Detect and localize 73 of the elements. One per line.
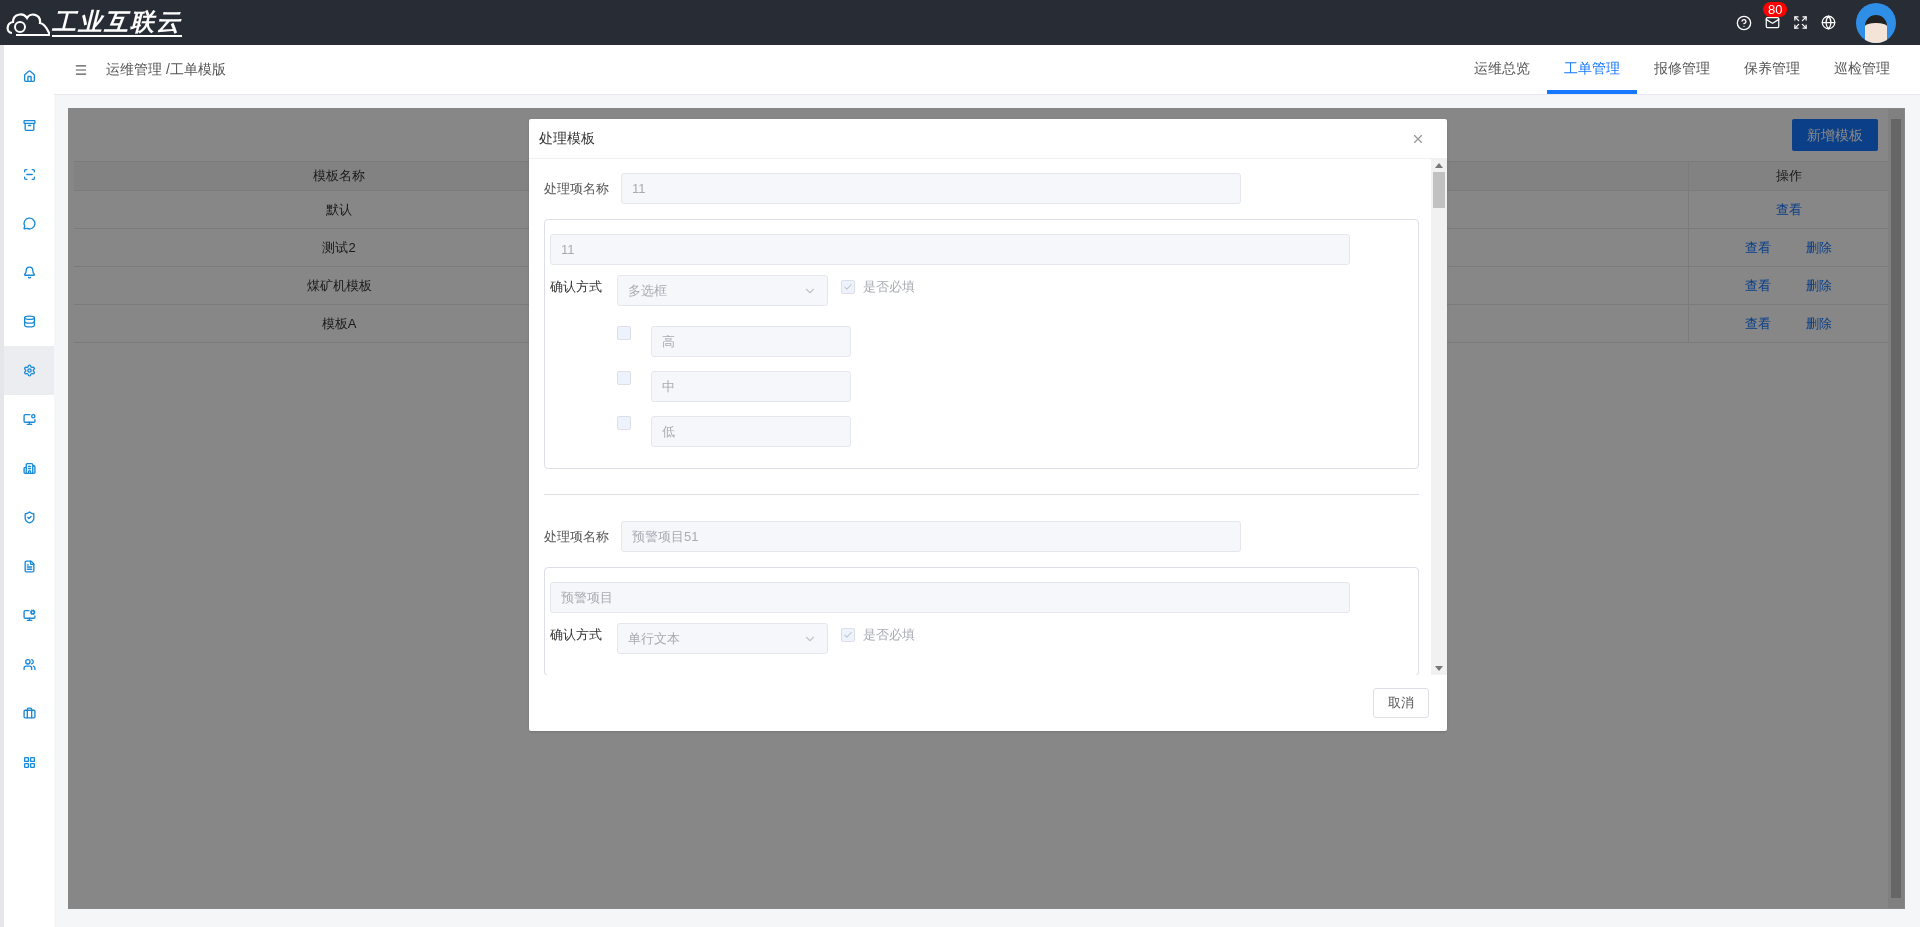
scrollbar-track[interactable] [1431,159,1447,675]
user-avatar[interactable] [1856,2,1896,43]
nav-tab[interactable]: 工单管理 [1547,45,1637,94]
grid-icon [22,756,36,769]
logo-text: 工业互联云 [52,8,182,37]
input-field[interactable]: 中 [651,371,851,402]
sidebar-item[interactable] [4,346,54,395]
help-icon[interactable] [1736,14,1752,31]
monitor-gear-icon [22,609,36,622]
action-link[interactable]: 查看 [1745,313,1771,334]
field-label: 处理项名称 [544,179,610,198]
gear-icon [22,364,36,377]
checkbox[interactable] [841,279,855,294]
field-label: 确认方式 [550,278,603,296]
field-label: 确认方式 [550,626,603,644]
fullscreen-icon[interactable] [1793,15,1808,30]
language-icon[interactable] [1821,15,1836,30]
add-template-button[interactable]: 新增模板 [1792,119,1878,151]
dialog-title: 处理模板 [539,129,595,148]
shield-icon [22,511,36,524]
check-icon [843,281,853,292]
scan-icon [22,168,36,181]
input-field[interactable]: 低 [651,416,851,447]
mail-icon[interactable] [1765,15,1780,30]
input-field[interactable]: 高 [651,326,851,357]
action-link[interactable]: 删除 [1806,237,1832,258]
checkbox-label: 是否必填 [863,626,915,644]
monitor-icon [22,413,36,426]
building-icon [22,462,36,475]
document-icon [22,560,36,573]
mail-count-badge: 80 [1763,2,1788,17]
input-field[interactable]: 预警项目 [550,582,1350,613]
checkbox[interactable] [617,371,631,385]
nav-tab[interactable]: 巡检管理 [1817,45,1907,94]
users-icon [22,658,36,671]
table-cell-text: 煤矿机模板 [306,276,372,295]
database-icon [22,315,36,328]
cancel-button[interactable]: 取消 [1373,688,1429,718]
table-cell-text: 默认 [326,200,352,219]
checkbox[interactable] [841,627,855,642]
breadcrumb: 运维管理 /工单模版 [106,60,226,79]
action-link[interactable]: 删除 [1806,313,1832,334]
check-icon [843,629,853,640]
drawer-icon [22,119,36,132]
scroll-up-icon[interactable] [1435,163,1443,168]
scrollbar-thumb[interactable] [1891,119,1901,898]
input-field[interactable]: 11 [550,234,1350,265]
nav-tab[interactable]: 保养管理 [1727,45,1817,94]
nav-tab[interactable]: 报修管理 [1637,45,1727,94]
bell-icon [22,266,36,279]
action-link[interactable]: 查看 [1745,237,1771,258]
checkbox-label: 是否必填 [863,278,915,296]
action-link[interactable]: 删除 [1806,275,1832,296]
scroll-down-icon[interactable] [1435,666,1443,671]
input-field[interactable]: 预警项目51 [621,521,1241,552]
checkbox[interactable] [617,416,631,430]
select-field[interactable]: 单行文本 [617,623,828,654]
home-icon [22,70,36,83]
scrollbar-thumb[interactable] [1433,172,1445,208]
input-field[interactable]: 11 [621,173,1241,204]
table-cell-text: 测试2 [322,238,356,257]
briefcase-icon [22,707,36,720]
chat-icon [22,217,36,230]
column-header: 模板名称 [313,167,365,186]
field-label: 处理项名称 [544,527,610,546]
menu-icon[interactable] [74,62,88,77]
scrollbar-track[interactable] [1888,109,1904,908]
nav-tab[interactable]: 运维总览 [1457,45,1547,94]
table-cell-text: 模板A [321,314,357,333]
checkbox[interactable] [617,326,631,340]
select-field[interactable]: 多选框 [617,275,828,306]
action-link[interactable]: 查看 [1775,199,1802,220]
action-link[interactable]: 查看 [1745,275,1771,296]
